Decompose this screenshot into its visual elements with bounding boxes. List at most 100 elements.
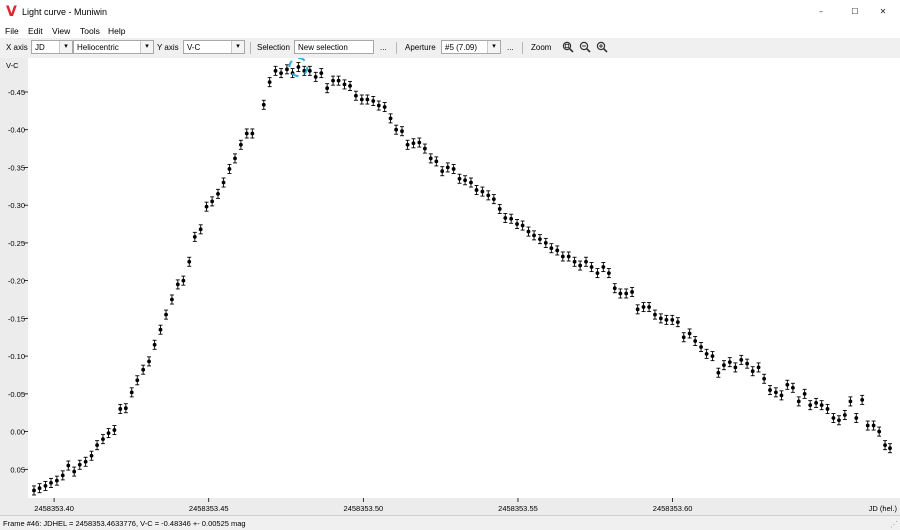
point-marker[interactable] <box>572 259 577 264</box>
close-button[interactable]: ✕ <box>866 2 900 22</box>
point-marker[interactable] <box>681 335 686 340</box>
zoom-in-icon[interactable] <box>596 41 608 53</box>
point-marker[interactable] <box>388 116 393 121</box>
point-marker[interactable] <box>675 320 680 325</box>
point-marker[interactable] <box>192 234 197 239</box>
point-marker[interactable] <box>336 78 341 83</box>
point-marker[interactable] <box>273 68 278 73</box>
point-marker[interactable] <box>405 142 410 147</box>
point-marker[interactable] <box>348 84 352 88</box>
point-marker[interactable] <box>814 401 818 405</box>
point-marker[interactable] <box>825 407 830 411</box>
chevron-down-icon[interactable]: ▾ <box>231 41 244 53</box>
point-marker[interactable] <box>60 473 65 478</box>
point-marker[interactable] <box>865 423 870 428</box>
point-marker[interactable] <box>238 142 243 147</box>
point-marker[interactable] <box>653 312 657 317</box>
point-marker[interactable] <box>883 443 887 448</box>
point-marker[interactable] <box>72 469 77 474</box>
point-marker[interactable] <box>267 80 272 85</box>
point-marker[interactable] <box>739 357 744 362</box>
point-marker[interactable] <box>152 342 157 347</box>
point-marker[interactable] <box>538 237 542 242</box>
point-marker[interactable] <box>474 188 479 192</box>
point-marker[interactable] <box>394 127 399 132</box>
point-marker[interactable] <box>635 307 640 312</box>
point-marker[interactable] <box>434 159 439 164</box>
point-marker[interactable] <box>463 178 467 183</box>
aperture-select[interactable]: #5 (7.09) ▾ <box>441 40 501 54</box>
point-marker[interactable] <box>32 488 36 493</box>
point-marker[interactable] <box>773 390 778 395</box>
point-marker[interactable] <box>647 305 651 309</box>
zoom-out-icon[interactable] <box>579 41 591 53</box>
point-marker[interactable] <box>422 146 427 151</box>
point-marker[interactable] <box>279 71 283 75</box>
point-marker[interactable] <box>83 459 88 464</box>
point-marker[interactable] <box>768 388 772 392</box>
point-marker[interactable] <box>704 351 709 356</box>
resize-grip-icon[interactable]: ⋰ <box>890 520 898 529</box>
point-marker[interactable] <box>624 291 629 296</box>
point-marker[interactable] <box>457 176 462 181</box>
point-marker[interactable] <box>158 327 163 332</box>
chevron-down-icon[interactable]: ▾ <box>59 41 72 53</box>
x-axis-select[interactable]: JD ▾ <box>31 40 73 54</box>
point-marker[interactable] <box>526 229 531 234</box>
point-marker[interactable] <box>693 339 698 343</box>
point-marker[interactable] <box>307 68 312 73</box>
point-marker[interactable] <box>164 312 168 317</box>
point-marker[interactable] <box>233 156 237 161</box>
point-marker[interactable] <box>664 317 669 322</box>
point-marker[interactable] <box>658 316 663 321</box>
point-marker[interactable] <box>848 399 853 404</box>
point-marker[interactable] <box>181 278 186 283</box>
chevron-down-icon[interactable]: ▾ <box>140 41 153 53</box>
point-marker[interactable] <box>244 131 249 136</box>
point-marker[interactable] <box>509 216 514 221</box>
point-marker[interactable] <box>819 403 824 408</box>
point-marker[interactable] <box>733 365 738 370</box>
point-marker[interactable] <box>376 103 381 108</box>
y-axis-select[interactable]: V-C ▾ <box>183 40 245 54</box>
point-marker[interactable] <box>750 369 755 374</box>
point-marker[interactable] <box>250 131 255 136</box>
chevron-down-icon[interactable]: ▾ <box>487 41 500 53</box>
point-marker[interactable] <box>313 74 318 79</box>
point-marker[interactable] <box>785 382 790 387</box>
point-marker[interactable] <box>520 223 525 228</box>
point-marker[interactable] <box>871 423 876 428</box>
point-marker[interactable] <box>216 191 220 196</box>
point-marker[interactable] <box>808 403 813 408</box>
point-marker[interactable] <box>566 254 571 259</box>
minimize-button[interactable]: – <box>804 2 838 22</box>
point-marker[interactable] <box>491 197 496 202</box>
menu-help[interactable]: Help <box>108 26 125 36</box>
point-marker[interactable] <box>170 297 174 302</box>
plot-area[interactable]: V-C JD (hel.) -0.45 -0.40 -0.35 -0.30 -0.25 -… <box>0 57 900 515</box>
point-marker[interactable] <box>842 413 847 417</box>
point-marker[interactable] <box>227 167 232 171</box>
point-marker[interactable] <box>319 71 324 75</box>
menu-file[interactable]: File <box>5 26 19 36</box>
point-marker[interactable] <box>77 462 82 467</box>
point-marker[interactable] <box>123 406 128 411</box>
plot-background[interactable] <box>28 58 900 498</box>
point-marker[interactable] <box>790 385 795 390</box>
point-marker[interactable] <box>417 140 422 145</box>
point-marker[interactable] <box>204 204 209 209</box>
point-marker[interactable] <box>716 370 721 375</box>
point-marker[interactable] <box>722 363 726 368</box>
zoom-fit-icon[interactable] <box>562 41 574 53</box>
point-marker[interactable] <box>221 180 226 185</box>
point-marker[interactable] <box>595 271 600 275</box>
aperture-more-button[interactable]: ... <box>507 43 514 52</box>
point-marker[interactable] <box>837 418 841 423</box>
menu-edit[interactable]: Edit <box>28 26 43 36</box>
menu-view[interactable]: View <box>52 26 70 36</box>
point-marker[interactable] <box>135 378 140 383</box>
x-mode-select[interactable]: Heliocentric ▾ <box>73 40 154 54</box>
point-marker[interactable] <box>261 102 266 107</box>
point-marker[interactable] <box>440 169 445 174</box>
point-marker[interactable] <box>331 78 335 83</box>
